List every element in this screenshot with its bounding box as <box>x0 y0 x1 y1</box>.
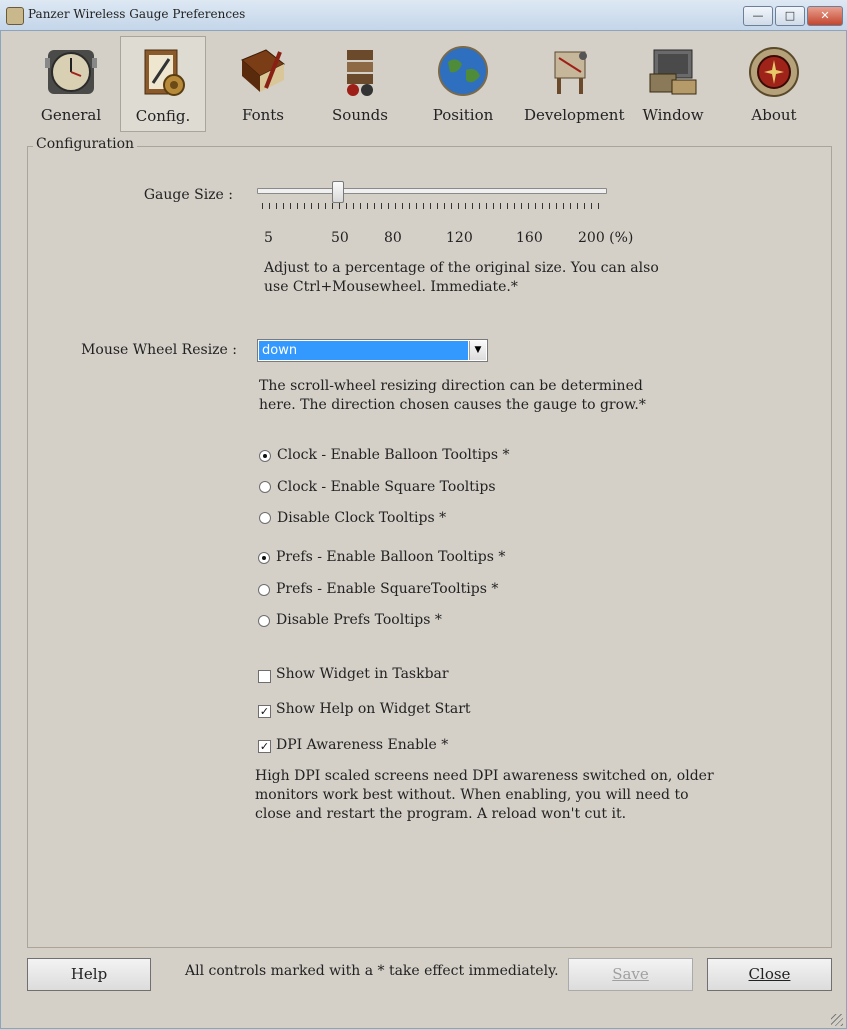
dpi-help-3: close and restart the program. A reload … <box>255 806 627 822</box>
tab-window-label: Window <box>642 106 704 124</box>
mouse-wheel-help-1: The scroll-wheel resizing direction can … <box>259 378 643 394</box>
book-pen-icon <box>241 49 285 92</box>
gauge-size-slider-thumb[interactable] <box>332 181 345 203</box>
immediate-effect-note: All controls marked with a * take effect… <box>185 963 559 979</box>
clock-balloon-tooltips-radio[interactable] <box>259 450 271 462</box>
dpi-help-1: High DPI scaled screens need DPI awarene… <box>255 768 714 784</box>
prefs-balloon-tooltips-radio[interactable] <box>258 552 270 564</box>
show-widget-taskbar-checkbox[interactable] <box>258 670 271 683</box>
mouse-wheel-resize-label: Mouse Wheel Resize : <box>81 342 237 358</box>
window-frames-icon <box>649 49 697 95</box>
tab-config-label: Config. <box>135 107 191 125</box>
brass-emblem-icon <box>749 47 799 97</box>
minimize-button[interactable]: — <box>743 6 773 26</box>
mouse-wheel-help-2: here. The direction chosen causes the ga… <box>259 397 646 413</box>
tab-config[interactable]: Config. <box>120 36 206 132</box>
tick-label: 80 <box>384 230 402 246</box>
tab-about-label: About <box>751 106 797 124</box>
tab-general-label: General <box>40 106 102 124</box>
configuration-group-title: Configuration <box>33 136 138 152</box>
tab-general[interactable]: General <box>28 36 114 132</box>
tick-label: 160 <box>516 230 543 246</box>
dpi-awareness-checkbox[interactable]: ✓ <box>258 740 271 753</box>
resize-grip[interactable] <box>831 1014 843 1026</box>
close-window-button[interactable]: ✕ <box>807 6 843 26</box>
mouse-wheel-resize-value: down <box>259 341 468 360</box>
disable-clock-tooltips-label[interactable]: Disable Clock Tooltips * <box>277 509 446 528</box>
prefs-square-tooltips-label[interactable]: Prefs - Enable SquareTooltips * <box>276 580 498 599</box>
help-button[interactable]: Help <box>27 958 151 991</box>
dpi-awareness-label[interactable]: DPI Awareness Enable * <box>276 736 448 755</box>
disable-prefs-tooltips-radio[interactable] <box>258 615 270 627</box>
tab-position-label: Position <box>432 106 494 124</box>
tab-sounds-label: Sounds <box>332 106 388 124</box>
disable-prefs-tooltips-label[interactable]: Disable Prefs Tooltips * <box>276 611 442 630</box>
tab-fonts[interactable]: Fonts <box>220 36 306 132</box>
tab-fonts-label: Fonts <box>241 106 284 124</box>
tab-about[interactable]: About <box>731 36 817 132</box>
tab-sounds[interactable]: Sounds <box>317 36 403 132</box>
chevron-down-icon[interactable]: ▼ <box>469 341 486 360</box>
clipboard-gears-icon <box>144 49 185 96</box>
tick-label: 120 <box>446 230 473 246</box>
prefs-balloon-tooltips-label[interactable]: Prefs - Enable Balloon Tooltips * <box>276 548 505 567</box>
gauge-size-help-2: use Ctrl+Mousewheel. Immediate.* <box>264 279 518 295</box>
gauge-size-help-1: Adjust to a percentage of the original s… <box>264 260 659 276</box>
app-icon <box>6 7 24 25</box>
gauge-clock-icon <box>45 50 97 94</box>
gramophone-icon <box>347 50 373 96</box>
globe-icon <box>438 46 488 96</box>
tab-window[interactable]: Window <box>630 36 716 132</box>
drafting-table-icon <box>554 51 587 94</box>
dpi-help-2: monitors work best without. When enablin… <box>255 787 689 803</box>
disable-clock-tooltips-radio[interactable] <box>259 512 271 524</box>
save-button[interactable]: Save <box>568 958 693 991</box>
title-bar: Panzer Wireless Gauge Preferences — □ ✕ <box>0 0 847 31</box>
gauge-size-slider[interactable] <box>257 188 607 194</box>
clock-square-tooltips-radio[interactable] <box>259 481 271 493</box>
tick-label: 200 (%) <box>578 230 634 246</box>
close-button[interactable]: Close <box>707 958 832 991</box>
mouse-wheel-resize-select[interactable]: down ▼ <box>257 339 488 362</box>
maximize-button[interactable]: □ <box>775 6 805 26</box>
window-title: Panzer Wireless Gauge Preferences <box>28 7 246 21</box>
show-help-start-label[interactable]: Show Help on Widget Start <box>276 700 471 719</box>
clock-square-tooltips-label[interactable]: Clock - Enable Square Tooltips <box>277 478 496 497</box>
tick-label: 5 <box>264 230 273 246</box>
tab-position[interactable]: Position <box>420 36 506 132</box>
tick-label: 50 <box>331 230 349 246</box>
prefs-square-tooltips-radio[interactable] <box>258 584 270 596</box>
clock-balloon-tooltips-label[interactable]: Clock - Enable Balloon Tooltips * <box>277 446 510 465</box>
tab-development-label: Development <box>524 106 625 124</box>
tab-development[interactable]: Development <box>524 36 625 132</box>
show-help-start-checkbox[interactable]: ✓ <box>258 705 271 718</box>
show-widget-taskbar-label[interactable]: Show Widget in Taskbar <box>276 665 449 684</box>
gauge-size-ticks <box>262 203 602 209</box>
gauge-size-label: Gauge Size : <box>143 187 233 203</box>
preferences-toolbar: General Config. Fonts Sounds Position De… <box>0 30 847 136</box>
